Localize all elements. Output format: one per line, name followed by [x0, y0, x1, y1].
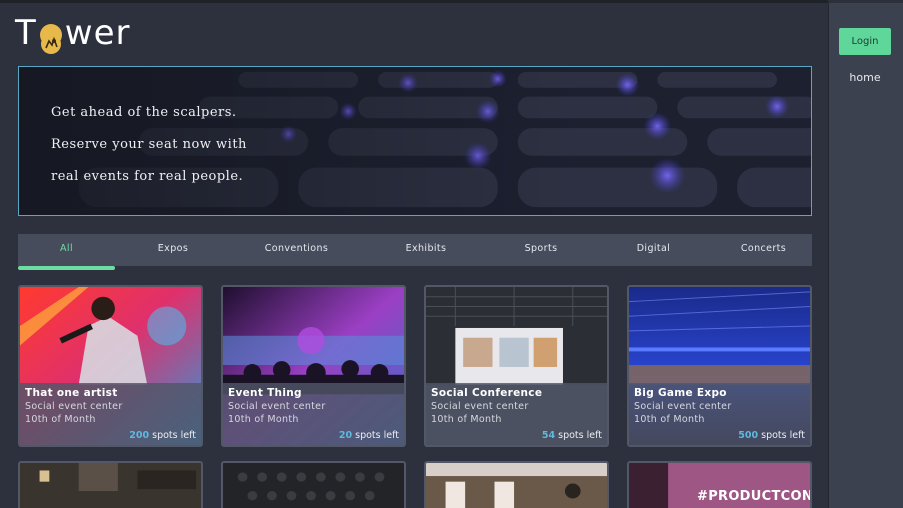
event-name: Event Thing — [228, 387, 302, 399]
spots-suffix: spots left — [149, 430, 196, 441]
dark-pattern-image — [223, 463, 404, 508]
spots-count: 20 — [338, 430, 353, 441]
logo-text-end: wer — [64, 13, 131, 53]
event-card[interactable] — [18, 461, 203, 508]
productcon-banner-text: #PRODUCTCON — [697, 489, 812, 504]
event-card[interactable]: #PRODUCTCON — [627, 461, 812, 508]
tab-sports[interactable]: Sports — [490, 234, 592, 266]
event-venue: Social event center — [25, 401, 123, 412]
hero-tagline: Get ahead of the scalpers. Reserve your … — [51, 97, 247, 193]
event-venue: Social event center — [634, 401, 732, 412]
event-date: 10th of Month — [228, 414, 299, 425]
hero-line-3: real events for real people. — [51, 169, 244, 184]
spots-left: 500 spots left — [738, 430, 805, 441]
event-venue: Social event center — [228, 401, 326, 412]
event-date: 10th of Month — [25, 414, 96, 425]
event-venue: Social event center — [431, 401, 529, 412]
event-info: That one artist Social event center 10th… — [20, 383, 201, 445]
tab-all[interactable]: All — [18, 234, 115, 270]
home-link[interactable]: home — [829, 71, 901, 84]
event-name: Big Game Expo — [634, 387, 727, 399]
spots-count: 200 — [129, 430, 150, 441]
event-card[interactable]: Big Game Expo Social event center 10th o… — [627, 285, 812, 447]
spots-suffix: spots left — [555, 430, 602, 441]
tab-exhibits[interactable]: Exhibits — [362, 234, 490, 266]
event-card[interactable]: Social Conference Social event center 10… — [424, 285, 609, 447]
venue-interior-image — [20, 463, 201, 508]
main-content: T wer Get ahead of the scalpers. Reserve… — [0, 3, 828, 508]
hero-line-2: Reserve your seat now with — [51, 137, 247, 152]
event-date: 10th of Month — [634, 414, 705, 425]
spots-left: 20 spots left — [339, 430, 399, 441]
event-name: Social Conference — [431, 387, 543, 399]
hero-banner: Get ahead of the scalpers. Reserve your … — [18, 66, 812, 216]
event-info: Big Game Expo Social event center 10th o… — [629, 383, 810, 445]
spots-suffix: spots left — [758, 430, 805, 441]
event-info: Social Conference Social event center 10… — [426, 383, 607, 445]
event-card[interactable] — [221, 461, 406, 508]
event-card[interactable]: That one artist Social event center 10th… — [18, 285, 203, 447]
tab-digital[interactable]: Digital — [592, 234, 715, 266]
hero-line-1: Get ahead of the scalpers. — [51, 105, 237, 120]
login-button[interactable]: Login — [839, 28, 891, 55]
workshop-image — [426, 463, 607, 508]
event-name: That one artist — [25, 387, 118, 399]
tab-expos[interactable]: Expos — [115, 234, 231, 266]
logo-text-start: T — [15, 13, 37, 53]
event-date: 10th of Month — [431, 414, 502, 425]
tab-conventions[interactable]: Conventions — [231, 234, 362, 266]
tab-concerts[interactable]: Concerts — [715, 234, 812, 266]
event-card[interactable] — [424, 461, 609, 508]
tower-logo[interactable]: T wer — [15, 13, 131, 54]
right-sidebar: Login home — [828, 3, 903, 508]
event-card[interactable]: Event Thing Social event center 10th of … — [221, 285, 406, 447]
spots-suffix: spots left — [352, 430, 399, 441]
event-info: Event Thing Social event center 10th of … — [223, 383, 404, 445]
logo-mark-icon — [39, 24, 62, 54]
spots-left: 54 spots left — [542, 430, 602, 441]
spots-left: 200 spots left — [129, 430, 196, 441]
spots-count: 54 — [541, 430, 556, 441]
spots-count: 500 — [738, 430, 759, 441]
category-tabs: All Expos Conventions Exhibits Sports Di… — [18, 234, 812, 270]
